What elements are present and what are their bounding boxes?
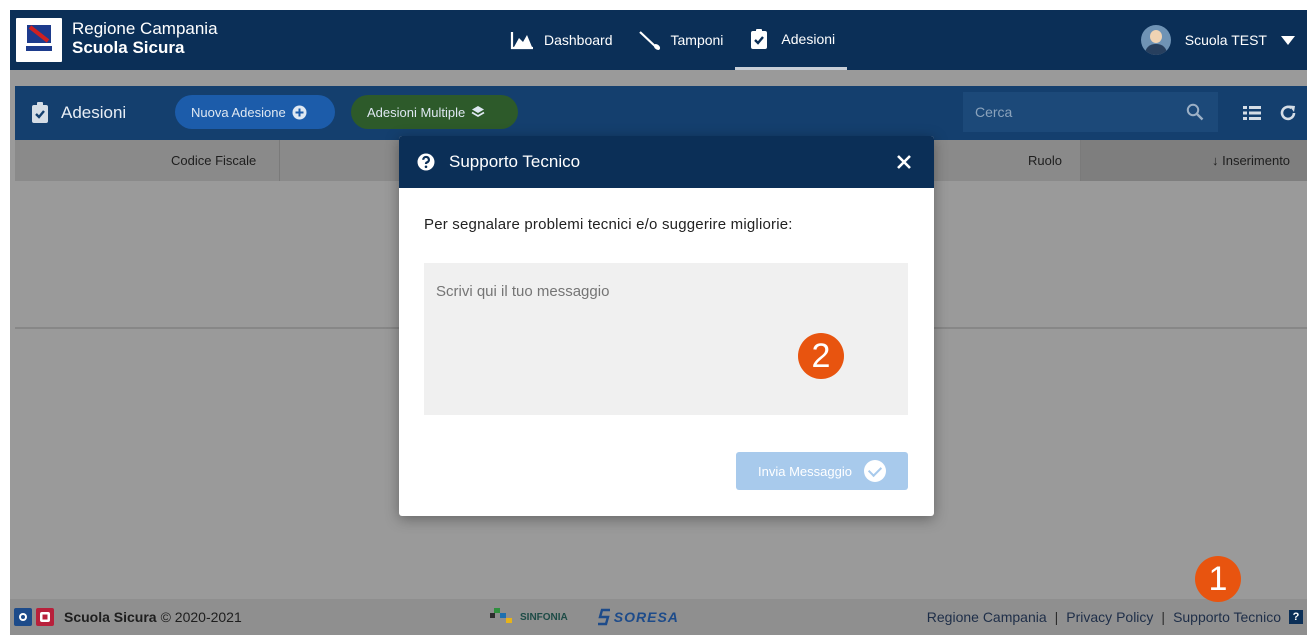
layers-icon [471, 106, 485, 118]
brand-region: Regione Campania [72, 19, 218, 38]
footer-separator: | [1161, 609, 1166, 625]
toolbar-actions [1243, 86, 1297, 140]
send-message-label: Invia Messaggio [758, 463, 852, 479]
multiple-adesioni-button[interactable]: Adesioni Multiple [351, 95, 518, 129]
search-field[interactable]: Cerca [963, 92, 1218, 132]
clipboard-check-icon [32, 102, 48, 123]
soresa-mark-icon [597, 608, 610, 626]
footer-app-name: Scuola Sicura [64, 609, 157, 625]
question-circle-icon [417, 153, 435, 171]
footer-partners: SINFONIA SORESA [490, 599, 679, 635]
sinfonia-label: SINFONIA [520, 611, 568, 623]
send-message-button[interactable]: Invia Messaggio [736, 452, 908, 490]
user-menu[interactable]: Scuola TEST [1140, 10, 1307, 70]
nav-adesioni-label: Adesioni [781, 30, 836, 47]
new-adesione-label: Nuova Adesione [191, 104, 286, 120]
footer-link-privacy[interactable]: Privacy Policy [1066, 609, 1153, 625]
region-crest-icon [26, 25, 52, 51]
support-modal: Supporto Tecnico Per segnalare problemi … [399, 136, 934, 516]
footer-links: Regione Campania | Privacy Policy | Supp… [927, 599, 1303, 635]
annotation-badge-2: 2 [798, 333, 844, 379]
close-icon[interactable] [892, 150, 916, 174]
user-name: Scuola TEST [1184, 32, 1267, 48]
list-view-icon[interactable] [1243, 105, 1261, 121]
page-toolbar: Adesioni Nuova Adesione Adesioni Multipl… [15, 86, 1307, 140]
column-inserimento[interactable]: ↓ Inserimento [1212, 140, 1290, 181]
footer: Scuola Sicura © 2020-2021 SINFONIA SORES… [10, 599, 1307, 635]
footer-separator: | [1054, 609, 1059, 625]
virus-logo-icon [14, 608, 32, 626]
modal-prompt: Per segnalare problemi tecnici e/o sugge… [424, 216, 793, 233]
check-circle-icon [863, 460, 886, 482]
soresa-label: SORESA [613, 609, 679, 625]
nav-tamponi[interactable]: Tamponi [625, 10, 736, 70]
brand-app-name: Scuola Sicura [72, 38, 185, 57]
column-ruolo[interactable]: Ruolo [1028, 140, 1062, 181]
sinfonia-logo[interactable]: SINFONIA [490, 608, 568, 626]
column-codice-fiscale[interactable]: Codice Fiscale [171, 140, 256, 181]
nav-dashboard[interactable]: Dashboard [498, 10, 625, 70]
help-icon[interactable]: ? [1289, 610, 1303, 624]
nav-dashboard-label: Dashboard [544, 32, 613, 48]
nav-adesioni[interactable]: Adesioni [735, 10, 848, 70]
brand[interactable]: Regione Campania Scuola Sicura [72, 19, 218, 57]
modal-header: Supporto Tecnico [399, 136, 934, 188]
footer-brand: Scuola Sicura © 2020-2021 [14, 599, 242, 635]
swab-icon [638, 31, 660, 50]
soresa-logo[interactable]: SORESA [597, 608, 679, 626]
school-logo-icon [36, 608, 54, 626]
new-adesione-button[interactable]: Nuova Adesione [175, 95, 335, 129]
avatar [1140, 25, 1171, 55]
footer-link-supporto[interactable]: Supporto Tecnico [1173, 609, 1281, 625]
nav-tamponi-label: Tamponi [670, 32, 724, 48]
region-logo[interactable] [16, 18, 62, 62]
column-divider [1080, 140, 1081, 181]
clipboard-check-icon [751, 28, 768, 49]
footer-copyright: © 2020-2021 [160, 609, 242, 625]
column-divider [279, 140, 280, 181]
search-input[interactable]: Cerca [975, 104, 1012, 120]
search-icon[interactable] [1186, 103, 1204, 121]
refresh-icon[interactable] [1279, 104, 1297, 122]
plus-circle-icon [292, 105, 307, 119]
page-title-label: Adesioni [61, 103, 127, 122]
page-title: Adesioni [31, 86, 126, 140]
main-nav: Dashboard Tamponi Adesioni [498, 10, 848, 70]
sinfonia-mark-icon [490, 608, 512, 623]
modal-title: Supporto Tecnico [449, 152, 581, 171]
top-navbar: Regione Campania Scuola Sicura Dashboard… [10, 10, 1307, 70]
area-chart-icon [510, 32, 533, 50]
annotation-badge-1: 1 [1195, 556, 1241, 602]
multiple-adesioni-label: Adesioni Multiple [367, 104, 466, 120]
footer-link-regione[interactable]: Regione Campania [927, 609, 1047, 625]
caret-down-icon [1281, 35, 1295, 45]
